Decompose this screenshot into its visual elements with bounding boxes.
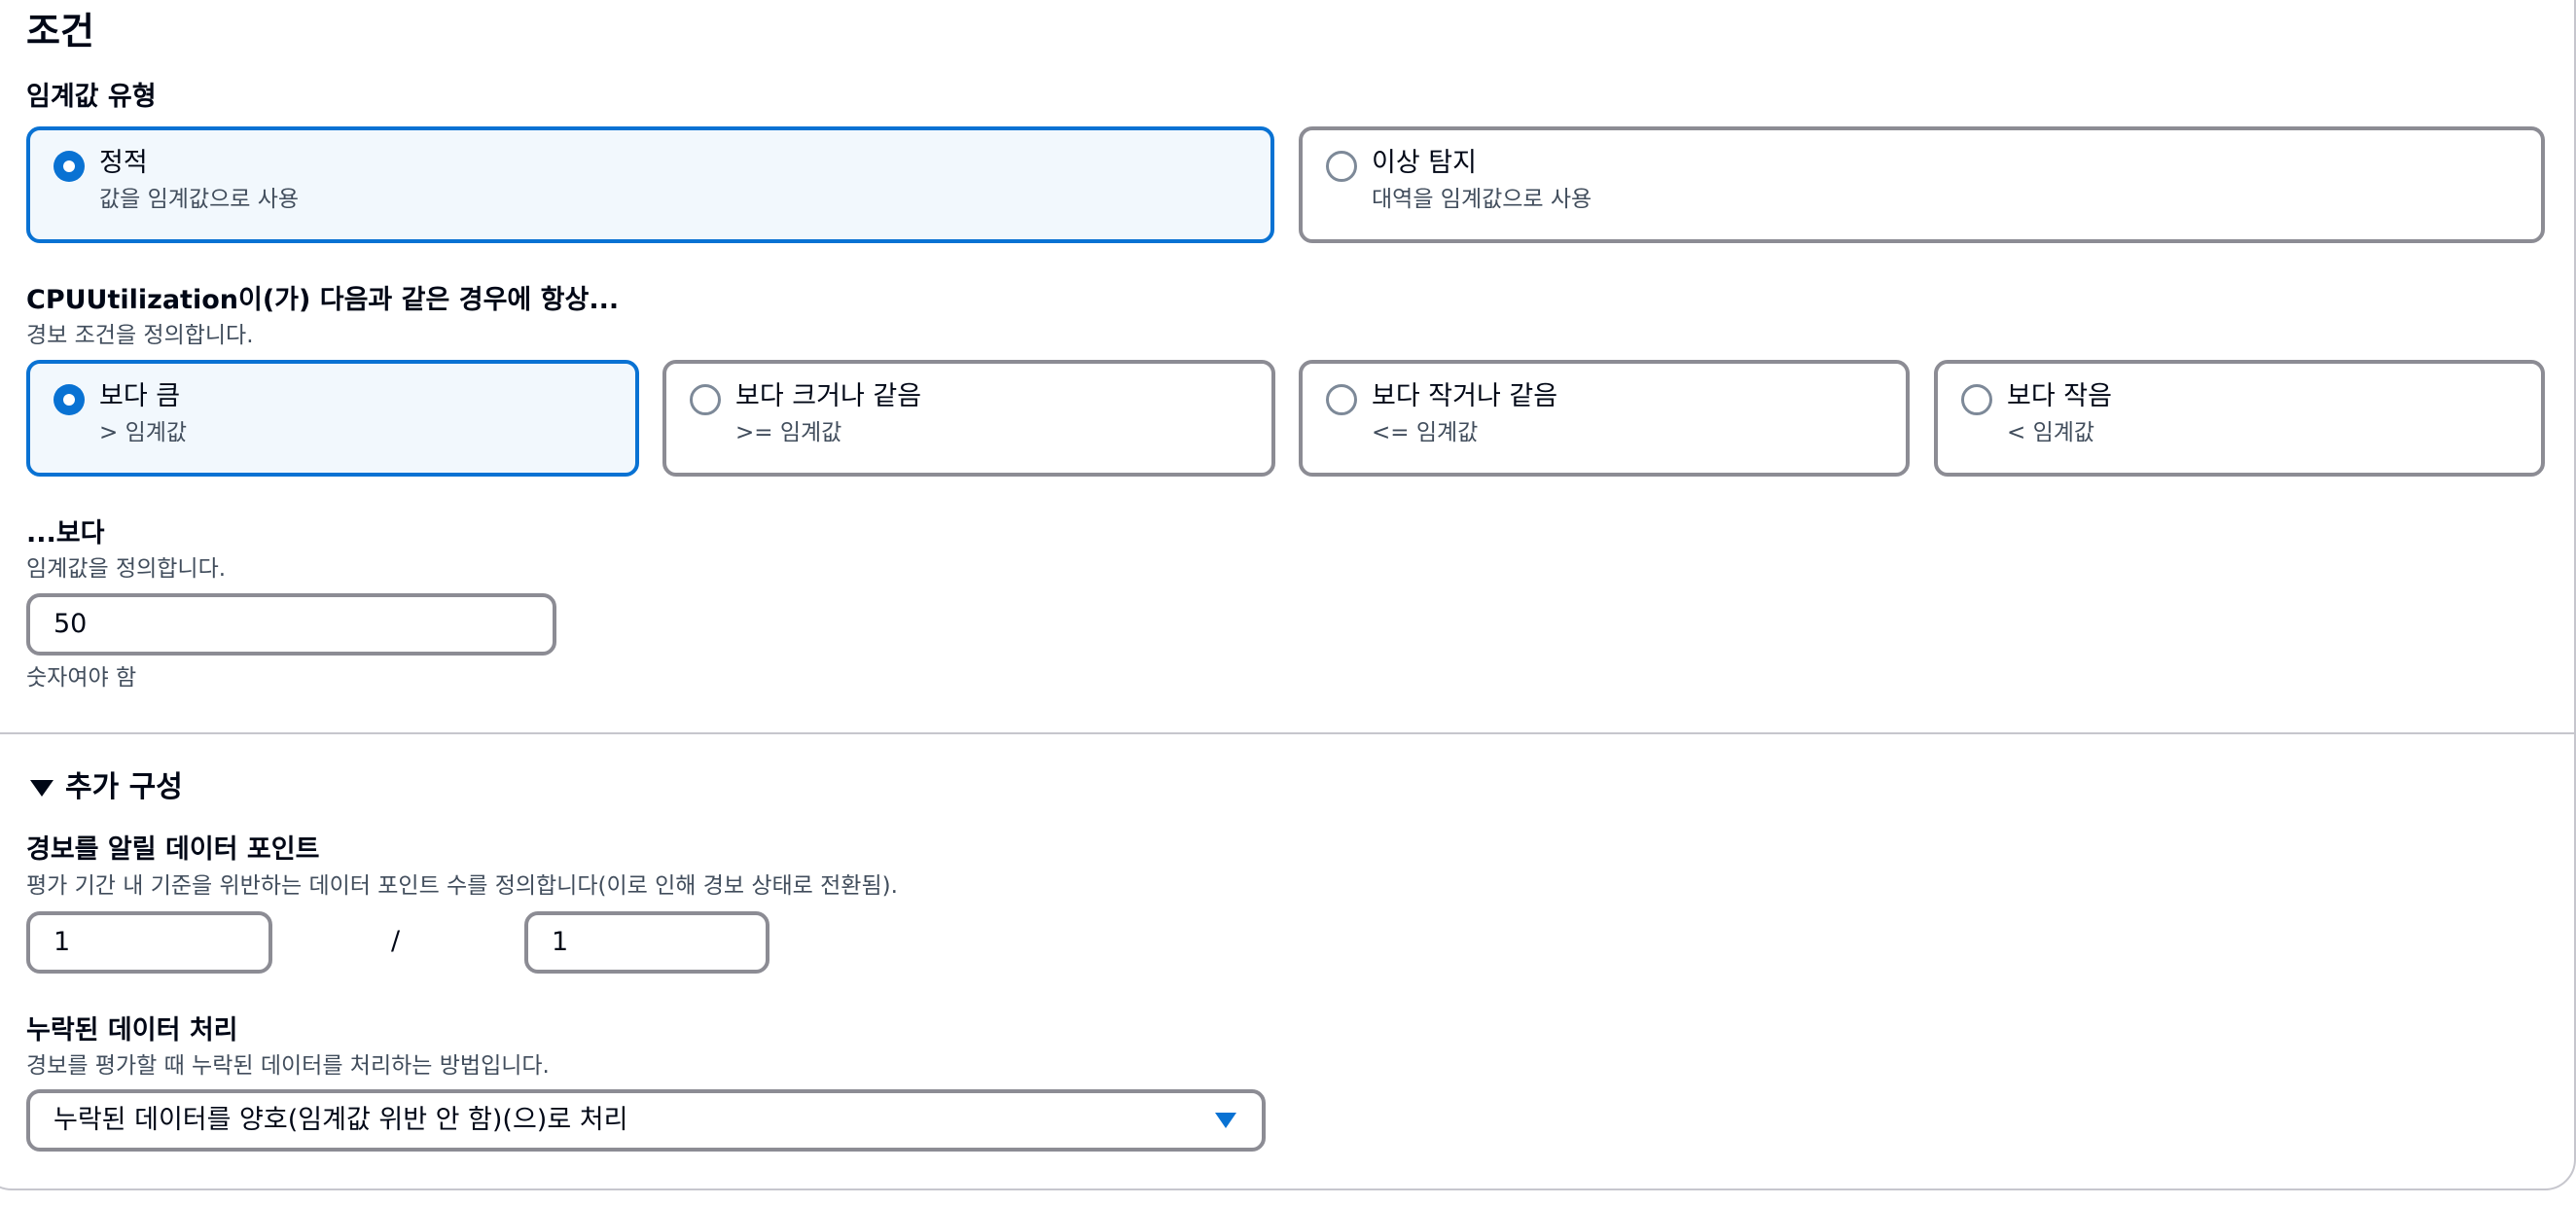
datapoints-description: 평가 기간 내 기준을 위반하는 데이터 포인트 수를 정의합니다(이로 인해 … <box>26 873 898 899</box>
missing-data-label: 누락된 데이터 처리 <box>26 1015 238 1046</box>
datapoints-label: 경보를 알릴 데이터 포인트 <box>26 834 320 865</box>
comparison-description: 경보 조건을 정의합니다. <box>26 323 254 348</box>
datapoints-to-alarm-input[interactable]: 1 <box>26 911 272 974</box>
radio-greater-equal[interactable] <box>690 384 721 415</box>
caret-down-icon <box>30 780 54 797</box>
alarm-conditions-page: 조건 임계값 유형 정적 값을 임계값으로 사용 이상 탐지 대역을 임계값으로… <box>0 0 2576 1206</box>
missing-data-selected-value: 누락된 데이터를 양호(임계값 위반 안 함)(으)로 처리 <box>54 1105 628 1135</box>
radio-less[interactable] <box>1961 384 1992 415</box>
comparison-greater-equal-tile[interactable]: 보다 크거나 같음 >= 임계값 <box>662 360 1275 477</box>
tile-title: 보다 큼 <box>99 381 181 411</box>
tile-title: 보다 크거나 같음 <box>735 381 922 411</box>
section-divider <box>0 732 2576 734</box>
tile-subtitle: >= 임계값 <box>735 420 842 445</box>
threshold-type-label: 임계값 유형 <box>26 82 157 112</box>
tile-subtitle: <= 임계값 <box>1372 420 1479 445</box>
datapoints-separator: / <box>391 926 401 956</box>
expander-label: 추가 구성 <box>65 770 183 804</box>
dropdown-caret-icon <box>1215 1113 1236 1128</box>
radio-static[interactable] <box>54 151 85 182</box>
tile-subtitle: 값을 임계값으로 사용 <box>99 187 300 212</box>
tile-title: 보다 작음 <box>2007 381 2112 411</box>
tile-subtitle: > 임계값 <box>99 420 188 445</box>
evaluation-periods-input[interactable]: 1 <box>524 911 769 974</box>
threshold-description: 임계값을 정의합니다. <box>26 556 227 582</box>
tile-title: 이상 탐지 <box>1372 148 1477 178</box>
missing-data-description: 경보를 평가할 때 누락된 데이터를 처리하는 방법입니다. <box>26 1053 550 1079</box>
comparison-greater-tile[interactable]: 보다 큼 > 임계값 <box>26 360 639 477</box>
tile-title: 보다 작거나 같음 <box>1372 381 1558 411</box>
radio-greater[interactable] <box>54 384 85 415</box>
threshold-input[interactable]: 50 <box>26 593 556 656</box>
comparison-less-equal-tile[interactable]: 보다 작거나 같음 <= 임계값 <box>1299 360 1910 477</box>
tile-title: 정적 <box>99 148 148 178</box>
tile-subtitle: < 임계값 <box>2007 420 2095 445</box>
missing-data-select[interactable]: 누락된 데이터를 양호(임계값 위반 안 함)(으)로 처리 <box>26 1089 1266 1152</box>
section-title: 조건 <box>26 10 94 53</box>
threshold-label: ...보다 <box>26 518 105 549</box>
threshold-constraint-text: 숫자여야 함 <box>26 665 137 691</box>
threshold-type-anomaly-tile[interactable]: 이상 탐지 대역을 임계값으로 사용 <box>1299 126 2545 243</box>
comparison-less-tile[interactable]: 보다 작음 < 임계값 <box>1934 360 2545 477</box>
tile-subtitle: 대역을 임계값으로 사용 <box>1372 187 1592 212</box>
threshold-type-static-tile[interactable]: 정적 값을 임계값으로 사용 <box>26 126 1274 243</box>
radio-less-equal[interactable] <box>1326 384 1357 415</box>
comparison-label: CPUUtilization이(가) 다음과 같은 경우에 항상... <box>26 285 620 315</box>
radio-anomaly-detection[interactable] <box>1326 151 1357 182</box>
